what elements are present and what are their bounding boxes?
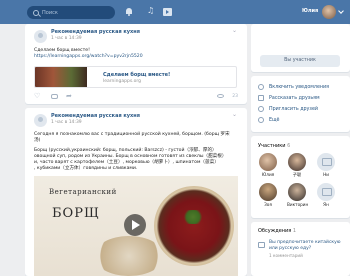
members-block: Участники 6 Юлия 子聪 Ни Зоя Викторин Ян bbox=[251, 136, 350, 218]
post-options-icon[interactable]: ⌄ bbox=[232, 27, 237, 34]
member-item[interactable]: 子聪 bbox=[287, 153, 307, 178]
plate-image bbox=[94, 236, 164, 276]
member-avatar bbox=[259, 153, 277, 171]
search-input[interactable] bbox=[42, 9, 112, 16]
menu-item-label: Рассказать друзьям bbox=[269, 95, 320, 101]
community-cover-block: Вы участник bbox=[251, 24, 350, 72]
feed-post: Рекомендуемая русская кухня 1 час в 14:3… bbox=[25, 108, 247, 276]
video-title-small: Вегетарианский bbox=[49, 188, 117, 196]
post-author[interactable]: Рекомендуемая русская кухня bbox=[51, 29, 140, 35]
link-preview-title[interactable]: Сделаем борщ вместе! bbox=[103, 72, 170, 78]
members-title-label: Участники bbox=[258, 143, 286, 149]
search-box[interactable] bbox=[27, 6, 115, 19]
camera-placeholder-icon bbox=[317, 153, 335, 171]
video-play-icon[interactable] bbox=[163, 8, 172, 16]
post-author[interactable]: Рекомендуемая русская кухня bbox=[51, 113, 140, 119]
menu-item-invite-friends[interactable]: Пригласить друзей bbox=[258, 106, 318, 112]
current-user-name[interactable]: Юлия bbox=[302, 8, 318, 14]
member-name: Ян bbox=[323, 202, 329, 207]
community-actions-menu: Включить уведомления Рассказать друзьям … bbox=[251, 76, 350, 132]
search-icon bbox=[33, 9, 39, 16]
members-title[interactable]: Участники 6 bbox=[258, 143, 290, 149]
member-name: Зоя bbox=[264, 202, 272, 207]
comment-icon[interactable] bbox=[51, 94, 58, 99]
post-actions: ♡ ➦ 23 bbox=[34, 93, 238, 101]
discussions-title[interactable]: Обсуждения 1 bbox=[258, 228, 296, 234]
play-button-icon[interactable] bbox=[124, 214, 146, 236]
link-preview-domain: learningapps.org bbox=[103, 79, 141, 84]
menu-item-notifications[interactable]: Включить уведомления bbox=[258, 84, 329, 90]
views-eye-icon bbox=[217, 94, 224, 98]
post-time[interactable]: 1 час в 14:39 bbox=[51, 120, 82, 125]
megaphone-icon bbox=[258, 95, 264, 101]
camera-placeholder-icon bbox=[317, 183, 335, 201]
post-text: Сегодня я познакомлю вас с традиционной … bbox=[34, 132, 240, 172]
top-navigation-bar: ♫ Юлия bbox=[0, 0, 350, 24]
post-url-link[interactable]: https://learningapps.org/watch?v=pyv2rjn… bbox=[34, 54, 143, 60]
post-text: Сделаем борщ вместе! https://learningapp… bbox=[34, 48, 143, 60]
discussion-topic-icon bbox=[258, 242, 265, 248]
member-item[interactable]: Ян bbox=[316, 183, 336, 207]
community-avatar[interactable] bbox=[34, 30, 47, 43]
share-arrow-icon[interactable]: ➦ bbox=[66, 93, 72, 100]
views-count: 23 bbox=[232, 94, 238, 99]
members-count: 6 bbox=[287, 143, 291, 149]
member-item[interactable]: Юлия bbox=[258, 153, 278, 177]
menu-item-label: Включить уведомления bbox=[269, 84, 330, 90]
link-preview-image bbox=[35, 67, 87, 87]
discussions-count: 1 bbox=[292, 228, 297, 234]
bell-icon bbox=[258, 84, 264, 90]
like-heart-icon[interactable]: ♡ bbox=[34, 93, 40, 100]
member-status-button[interactable]: Вы участник bbox=[260, 55, 340, 67]
post-time[interactable]: 1 час в 14:39 bbox=[51, 36, 82, 41]
chevron-down-icon[interactable] bbox=[338, 8, 344, 14]
member-item[interactable]: Ни bbox=[316, 153, 336, 177]
member-avatar bbox=[288, 153, 306, 171]
post-text-line: , кубиками（立方体）говядины и сливками. bbox=[34, 166, 138, 171]
discussion-topic-link[interactable]: Вы предпочитаете китайскую или русскую е… bbox=[269, 240, 345, 251]
current-user-avatar[interactable] bbox=[322, 5, 336, 19]
music-note-icon[interactable]: ♫ bbox=[147, 7, 155, 15]
member-item[interactable]: Викторин bbox=[287, 183, 309, 207]
member-avatar bbox=[288, 183, 306, 201]
member-name: Юлия bbox=[261, 172, 275, 177]
link-preview[interactable]: Сделаем борщ вместе! learningapps.org bbox=[34, 66, 237, 88]
member-avatar bbox=[259, 183, 277, 201]
menu-item-more[interactable]: Ещё bbox=[258, 117, 280, 123]
member-name: Викторин bbox=[287, 202, 309, 207]
post-options-icon[interactable]: ⌄ bbox=[232, 111, 237, 118]
member-name: Ни bbox=[323, 172, 329, 177]
video-player[interactable]: Вегетарианский БОРЩ bbox=[34, 176, 238, 276]
video-title-big: БОРЩ bbox=[52, 206, 100, 221]
menu-item-label: Ещё bbox=[269, 117, 280, 123]
herb-garnish-image bbox=[182, 210, 204, 224]
post-text-line: Сегодня я познакомлю вас с традиционной … bbox=[34, 132, 230, 137]
community-avatar[interactable] bbox=[34, 114, 47, 127]
menu-item-label: Пригласить друзей bbox=[269, 106, 319, 112]
discussions-block: Обсуждения 1 Вы предпочитаете китайскую … bbox=[251, 222, 350, 276]
feed-post: Рекомендуемая русская кухня 1 час в 14:3… bbox=[25, 24, 247, 104]
more-icon bbox=[258, 117, 264, 123]
discussion-comment-count: 1 комментарий bbox=[269, 253, 303, 258]
borscht-bowl-image bbox=[154, 186, 234, 266]
add-user-icon bbox=[258, 106, 264, 112]
discussions-title-label: Обсуждения bbox=[258, 228, 292, 234]
menu-item-tell-friends[interactable]: Рассказать друзьям bbox=[258, 95, 320, 101]
notifications-bell-icon[interactable] bbox=[125, 8, 133, 16]
member-item[interactable]: Зоя bbox=[258, 183, 278, 207]
member-name: 子聪 bbox=[292, 172, 302, 177]
